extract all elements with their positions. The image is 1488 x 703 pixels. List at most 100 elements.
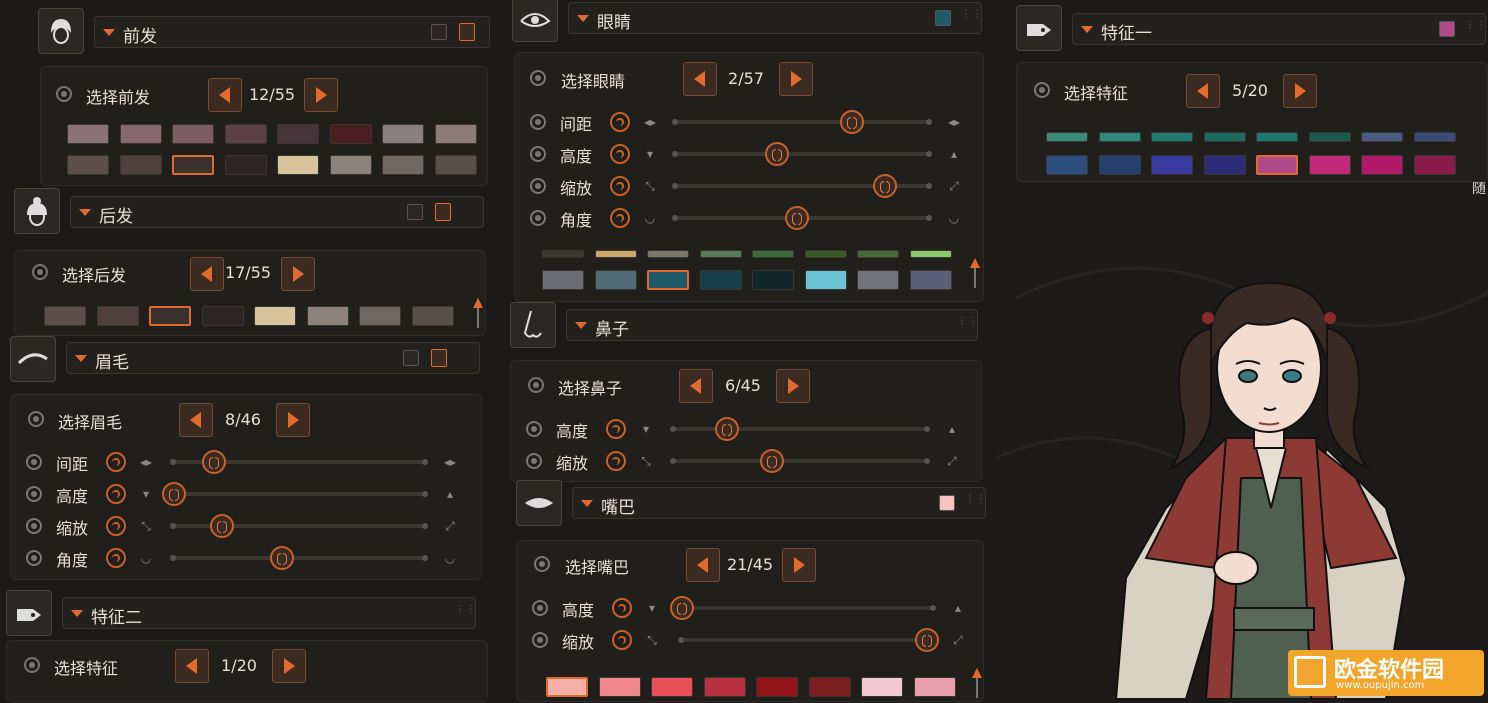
back-hair-header[interactable]: 后发 bbox=[70, 196, 484, 228]
color-swatch[interactable] bbox=[382, 124, 424, 144]
eyes-next-button[interactable] bbox=[779, 62, 813, 96]
eyebrow-color-swatch[interactable] bbox=[403, 350, 419, 366]
color-swatch[interactable] bbox=[277, 155, 319, 175]
color-swatch[interactable] bbox=[1046, 132, 1088, 142]
eyebrow-icon-button[interactable] bbox=[10, 336, 56, 382]
feature1-header[interactable]: 特征一 ⋮⋮ bbox=[1072, 13, 1486, 45]
back-hair-icon-button[interactable] bbox=[14, 188, 60, 234]
color-swatch[interactable] bbox=[1098, 132, 1141, 142]
spacing-increase-icon[interactable]: ◂▸ bbox=[946, 114, 962, 130]
feature2-icon-button[interactable] bbox=[6, 590, 52, 636]
scale-decrease-icon[interactable]: ⤡ bbox=[644, 632, 660, 648]
drag-handle-icon[interactable]: ⋮⋮ bbox=[1465, 21, 1486, 36]
mouth-prev-button[interactable] bbox=[686, 548, 720, 582]
reset-spiral-icon[interactable] bbox=[610, 176, 630, 196]
reset-spiral-icon[interactable] bbox=[612, 630, 632, 650]
color-swatch[interactable] bbox=[804, 270, 847, 290]
color-swatch[interactable] bbox=[1413, 132, 1456, 142]
color-swatch[interactable] bbox=[224, 124, 267, 144]
color-swatch[interactable] bbox=[909, 250, 952, 258]
drag-handle-icon[interactable]: ⋮⋮ bbox=[965, 495, 986, 510]
color-swatch[interactable] bbox=[1203, 132, 1246, 142]
reset-spiral-icon[interactable] bbox=[106, 484, 126, 504]
color-swatch[interactable] bbox=[411, 306, 454, 326]
eyebrow-header[interactable]: 眉毛 bbox=[66, 342, 480, 374]
eyebrow-height-slider-knob[interactable] bbox=[162, 482, 186, 506]
color-swatch[interactable] bbox=[434, 124, 477, 144]
color-swatch[interactable] bbox=[647, 270, 689, 290]
feature1-prev-button[interactable] bbox=[1186, 74, 1220, 108]
color-swatch[interactable] bbox=[1098, 155, 1141, 175]
color-swatch[interactable] bbox=[1361, 132, 1403, 142]
copy-icon[interactable] bbox=[435, 203, 451, 221]
scale-increase-icon[interactable]: ⤢ bbox=[946, 178, 962, 194]
color-swatch[interactable] bbox=[1256, 155, 1298, 175]
height-increase-icon[interactable]: ▴ bbox=[442, 486, 458, 502]
color-swatch[interactable] bbox=[699, 270, 742, 290]
color-swatch[interactable] bbox=[277, 124, 319, 144]
eyes-icon-button[interactable] bbox=[512, 0, 558, 42]
front-hair-header[interactable]: 前发 bbox=[94, 16, 490, 48]
color-swatch[interactable] bbox=[804, 250, 847, 258]
back-hair-next-button[interactable] bbox=[281, 257, 315, 291]
mouth-next-button[interactable] bbox=[782, 548, 816, 582]
nose-height-slider-track[interactable] bbox=[674, 427, 926, 431]
color-swatch[interactable] bbox=[857, 270, 899, 290]
drag-handle-icon[interactable]: ⋮⋮ bbox=[455, 605, 476, 620]
eyes-spacing-slider-track[interactable] bbox=[676, 120, 928, 124]
front-hair-color-swatch[interactable] bbox=[431, 24, 447, 40]
scale-decrease-icon[interactable]: ⤡ bbox=[642, 178, 658, 194]
eyebrow-angle-slider-knob[interactable] bbox=[269, 546, 294, 570]
feature2-prev-button[interactable] bbox=[175, 649, 209, 683]
nose-icon-button[interactable] bbox=[510, 302, 556, 348]
color-swatch[interactable] bbox=[808, 677, 851, 697]
feature1-icon-button[interactable] bbox=[1016, 5, 1062, 51]
eyes-scale-slider-knob[interactable] bbox=[873, 174, 898, 198]
mouth-scale-slider-knob[interactable] bbox=[915, 628, 939, 652]
color-swatch[interactable] bbox=[594, 270, 637, 290]
spacing-increase-icon[interactable]: ◂▸ bbox=[442, 454, 458, 470]
color-swatch[interactable] bbox=[119, 124, 162, 144]
color-swatch[interactable] bbox=[546, 677, 588, 697]
color-swatch[interactable] bbox=[703, 677, 746, 697]
mouth-height-slider-track[interactable] bbox=[682, 606, 932, 610]
color-swatch[interactable] bbox=[382, 155, 424, 175]
spacing-decrease-icon[interactable]: ◂▸ bbox=[642, 114, 658, 130]
front-hair-icon-button[interactable] bbox=[38, 8, 84, 54]
color-swatch[interactable] bbox=[149, 306, 191, 326]
color-swatch[interactable] bbox=[1203, 155, 1246, 175]
mouth-color-swatch[interactable] bbox=[939, 495, 955, 511]
scale-decrease-icon[interactable]: ⤡ bbox=[638, 453, 654, 469]
eyes-header[interactable]: 眼睛 ⋮⋮ bbox=[568, 2, 982, 34]
eyebrow-next-button[interactable] bbox=[276, 403, 310, 437]
reset-spiral-icon[interactable] bbox=[610, 208, 630, 228]
feature1-color-swatch[interactable] bbox=[1439, 21, 1455, 37]
color-swatch[interactable] bbox=[172, 124, 214, 144]
color-swatch[interactable] bbox=[67, 124, 109, 144]
color-swatch[interactable] bbox=[913, 677, 956, 697]
height-increase-icon[interactable]: ▴ bbox=[946, 146, 962, 162]
color-swatch[interactable] bbox=[67, 155, 109, 175]
color-swatch[interactable] bbox=[329, 155, 372, 175]
angle-decrease-icon[interactable]: ◡ bbox=[642, 210, 658, 226]
color-swatch[interactable] bbox=[542, 250, 584, 258]
reset-spiral-icon[interactable] bbox=[106, 548, 126, 568]
color-swatch[interactable] bbox=[172, 155, 214, 175]
color-swatch[interactable] bbox=[119, 155, 162, 175]
angle-decrease-icon[interactable]: ◡ bbox=[138, 550, 154, 566]
color-swatch[interactable] bbox=[752, 250, 794, 258]
height-decrease-icon[interactable]: ▾ bbox=[642, 146, 658, 162]
color-swatch[interactable] bbox=[752, 270, 794, 290]
color-swatch[interactable] bbox=[1151, 132, 1193, 142]
color-swatch[interactable] bbox=[1361, 155, 1403, 175]
mouth-height-slider-knob[interactable] bbox=[670, 596, 694, 620]
color-swatch[interactable] bbox=[647, 250, 689, 258]
eyebrow-angle-slider-track[interactable] bbox=[174, 556, 424, 560]
color-swatch[interactable] bbox=[359, 306, 401, 326]
color-swatch[interactable] bbox=[306, 306, 349, 326]
color-swatch[interactable] bbox=[329, 124, 372, 144]
eyes-angle-slider-knob[interactable] bbox=[784, 206, 809, 230]
reset-spiral-icon[interactable] bbox=[610, 144, 630, 164]
eyes-height-slider-track[interactable] bbox=[676, 152, 928, 156]
color-swatch[interactable] bbox=[598, 677, 641, 697]
